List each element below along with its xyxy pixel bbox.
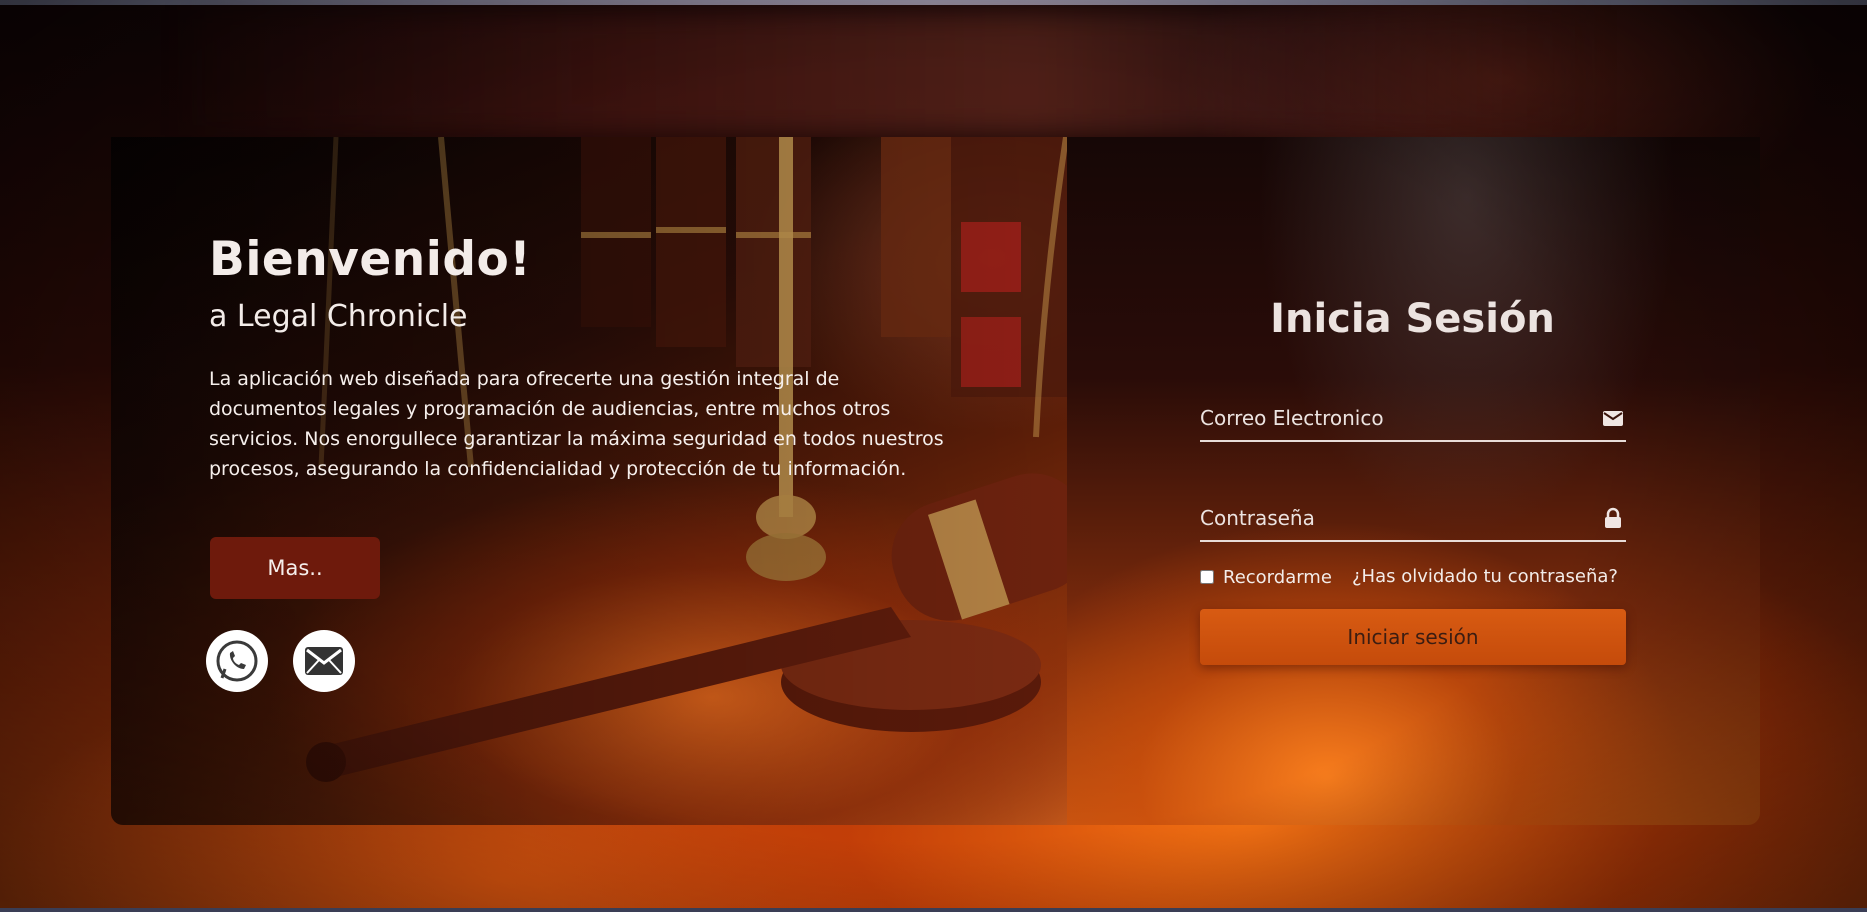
window-top-border <box>0 0 1867 5</box>
app-subtitle: a Legal Chronicle <box>209 299 468 334</box>
login-submit-button[interactable]: Iniciar sesión <box>1200 609 1626 665</box>
remember-me: Recordarme <box>1200 566 1332 588</box>
email-field <box>1200 396 1626 442</box>
welcome-title: Bienvenido! <box>209 232 532 287</box>
login-panel <box>1067 137 1760 825</box>
password-input[interactable] <box>1200 496 1590 540</box>
whatsapp-button[interactable] <box>206 630 268 692</box>
email-input[interactable] <box>1200 396 1590 440</box>
remember-checkbox[interactable] <box>1200 570 1214 584</box>
login-page: Bienvenido! a Legal Chronicle La aplicac… <box>0 0 1867 912</box>
app-description: La aplicación web diseñada para ofrecert… <box>209 368 944 480</box>
email-button[interactable] <box>293 630 355 692</box>
window-bottom-border <box>0 908 1867 912</box>
lock-icon <box>1605 507 1621 528</box>
login-title: Inicia Sesión <box>1270 296 1555 342</box>
background-shelf-blur <box>190 10 1590 135</box>
whatsapp-icon <box>216 640 258 682</box>
forgot-password-link[interactable]: ¿Has olvidado tu contraseña? <box>1352 566 1618 587</box>
remember-label: Recordarme <box>1223 566 1332 588</box>
envelope-icon <box>1603 411 1623 426</box>
more-button[interactable]: Mas.. <box>210 537 380 599</box>
password-field <box>1200 496 1626 542</box>
mail-icon <box>305 647 343 675</box>
